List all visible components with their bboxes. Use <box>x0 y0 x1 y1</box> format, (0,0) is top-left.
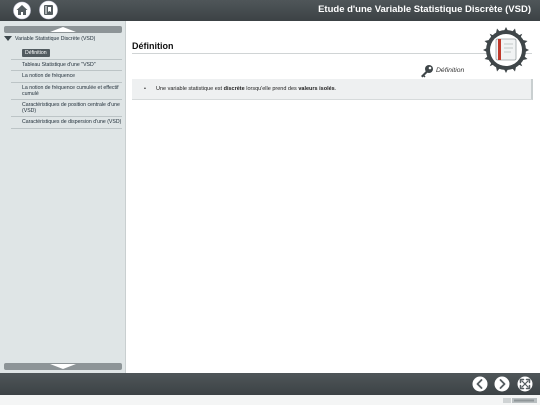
definition-term-valeurs-isoles: valeurs isolés <box>298 86 335 92</box>
license-logos-icon <box>503 398 537 403</box>
outline-tree: Variable Statistique Discrète (VSD) Défi… <box>0 35 126 129</box>
sidebar-item-position-centrale[interactable]: Caractéristiques de position centrale d'… <box>11 100 122 118</box>
chevron-down-icon <box>50 364 76 369</box>
next-button[interactable] <box>494 376 510 392</box>
scroll-down-button[interactable] <box>4 363 122 370</box>
bottom-bar <box>0 373 540 395</box>
caret-down-icon[interactable] <box>4 36 12 42</box>
arrow-right-icon <box>494 376 510 392</box>
sidebar-item-label: Caractéristiques de dispersion d'une (VS… <box>22 119 122 126</box>
definition-text-part: lorsqu'elle prend des <box>244 86 299 92</box>
course-title: Etude d'une Variable Statistique Discrèt… <box>318 4 531 15</box>
tree-root-vsd[interactable]: Variable Statistique Discrète (VSD) <box>0 35 126 45</box>
definition-bullet: • <box>144 86 146 92</box>
sidebar-item-label: Caractéristiques de position centrale d'… <box>22 102 120 115</box>
definition-text-part: . <box>334 86 337 92</box>
sidebar-item-label: La notion de fréquence <box>22 73 76 80</box>
title-divider <box>132 53 532 54</box>
sidebar-item-tableau[interactable]: Tableau Statistique d'une "VSD" <box>11 60 122 72</box>
sidebar: Variable Statistique Discrète (VSD) Défi… <box>0 21 126 373</box>
definition-term-discrete: discrète <box>223 86 245 92</box>
sidebar-item-label: La notion de fréquence cumulée et effect… <box>22 84 119 97</box>
footer-strip <box>0 395 540 405</box>
previous-button[interactable] <box>472 376 488 392</box>
home-icon <box>13 1 31 20</box>
fullscreen-icon <box>517 376 533 392</box>
scroll-up-button[interactable] <box>4 26 122 33</box>
sidebar-item-label: Tableau Statistique d'une "VSD" <box>22 62 96 69</box>
key-icon <box>421 65 433 78</box>
definition-text-part: Une variable statistique est <box>156 86 224 92</box>
arrow-left-icon <box>472 376 488 392</box>
content-area: Définition Définition • Une variable sta… <box>127 21 540 373</box>
sidebar-item-frequence-cumulee[interactable]: La notion de fréquence cumulée et effect… <box>11 83 122 101</box>
book-badge-icon <box>483 27 529 73</box>
tree-root-label: Variable Statistique Discrète (VSD) <box>15 36 96 42</box>
app-window: Etude d'une Variable Statistique Discrèt… <box>0 0 540 405</box>
chevron-up-icon <box>50 27 76 32</box>
definition-box: • Une variable statistique est discrète … <box>132 79 533 100</box>
top-bar: Etude d'une Variable Statistique Discrèt… <box>0 0 540 21</box>
fullscreen-button[interactable] <box>517 376 533 392</box>
definition-text: Une variable statistique est discrète lo… <box>156 86 336 92</box>
page-title: Définition <box>132 41 174 51</box>
book-icon <box>39 0 58 20</box>
sidebar-item-frequence[interactable]: La notion de fréquence <box>11 71 122 83</box>
book-button[interactable] <box>38 0 59 20</box>
sidebar-item-dispersion[interactable]: Caractéristiques de dispersion d'une (VS… <box>11 117 122 129</box>
definition-label: Définition <box>436 67 465 74</box>
sidebar-item-definition[interactable]: Définition <box>11 47 122 61</box>
home-button[interactable] <box>12 1 32 20</box>
sidebar-item-label: Définition <box>22 49 50 58</box>
